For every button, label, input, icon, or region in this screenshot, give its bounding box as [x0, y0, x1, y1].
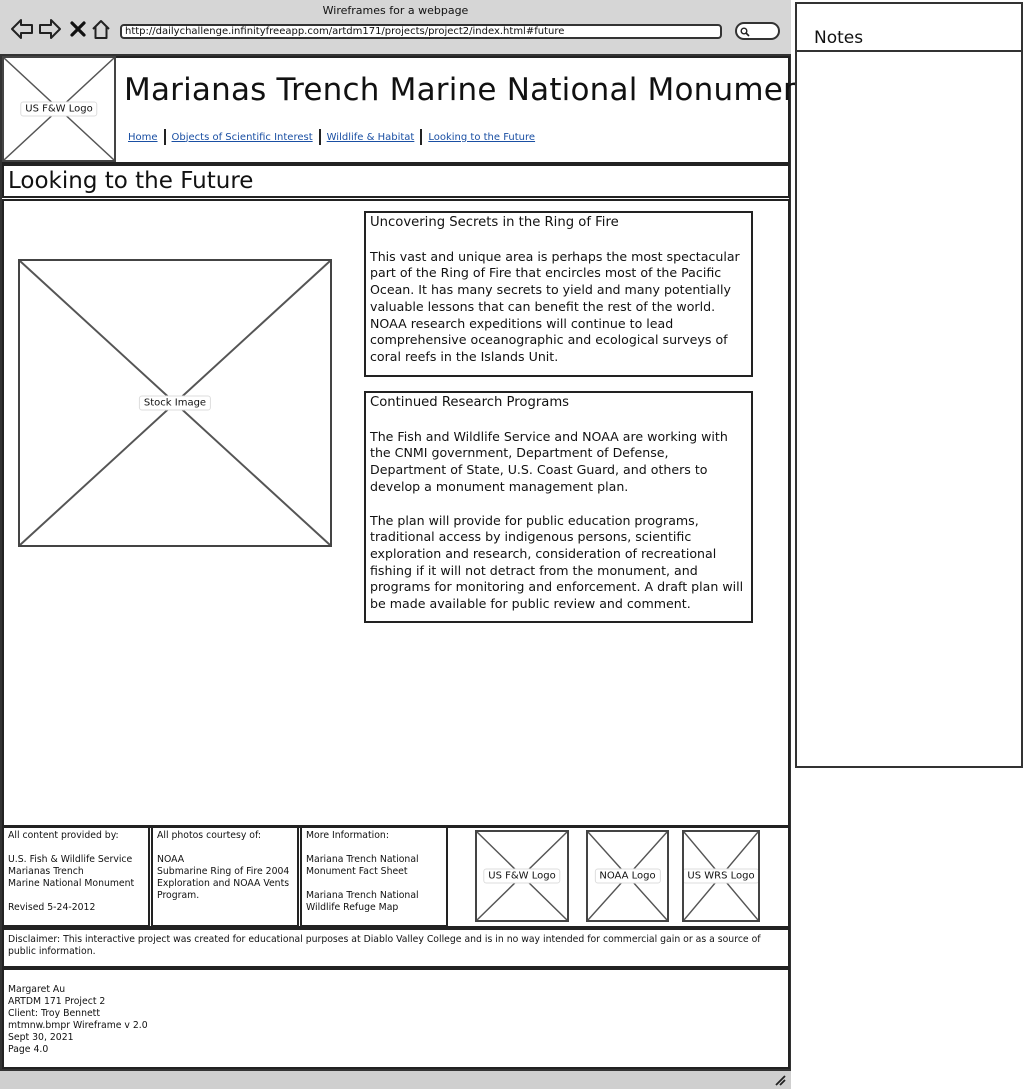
notes-title: Notes — [797, 4, 1021, 52]
author-info: Margaret Au ARTDM 171 Project 2 Client: … — [2, 968, 790, 1069]
site-logo-label: US F&W Logo — [20, 101, 98, 117]
author-line: Margaret Au — [8, 984, 66, 995]
uswrs-logo-label: US WRS Logo — [684, 868, 758, 884]
more-info-heading: More Information: — [306, 830, 389, 841]
card-paragraph: The Fish and Wildlife Service and NOAA a… — [370, 428, 728, 494]
resize-grip-icon[interactable] — [773, 1074, 787, 1086]
photos-line: Submarine Ring of Fire 2004 Exploration … — [157, 866, 290, 901]
revised-date: Revised 5-24-2012 — [8, 902, 96, 913]
card-title: Uncovering Secrets in the Ring of Fire — [370, 215, 619, 230]
author-line: Sept 30, 2021 — [8, 1032, 74, 1043]
main-nav: Home Objects of Scientific Interest Wild… — [128, 128, 535, 146]
window-title: Wireframes for a webpage — [322, 4, 469, 17]
photos-heading: All photos courtesy of: — [157, 830, 262, 841]
card-paragraph: The plan will provide for public educati… — [370, 512, 744, 612]
credits-line: Marianas Trench — [8, 866, 84, 877]
site-logo-placeholder: US F&W Logo — [2, 56, 116, 162]
author-line: Client: Troy Bennett — [8, 1008, 100, 1019]
back-arrow-icon[interactable] — [9, 16, 35, 42]
credits-heading: All content provided by: — [8, 830, 119, 841]
home-icon[interactable] — [88, 16, 114, 42]
refuge-map-link[interactable]: Mariana Trench National Wildlife Refuge … — [306, 890, 442, 914]
stock-image-label: Stock Image — [138, 395, 212, 411]
nav-link-looking-to-the-future[interactable]: Looking to the Future — [428, 132, 535, 143]
photos-line: NOAA — [157, 854, 185, 865]
stock-image-placeholder: Stock Image — [18, 259, 332, 547]
usfw-logo-label: US F&W Logo — [483, 868, 561, 884]
disclaimer: Disclaimer: This interactive project was… — [2, 928, 790, 968]
credits-line: Marine National Monument — [8, 878, 135, 889]
info-card: Uncovering Secrets in the Ring of Fire T… — [364, 211, 753, 377]
nav-separator — [318, 129, 321, 145]
info-card: Continued Research Programs The Fish and… — [364, 391, 753, 623]
footer-photos: All photos courtesy of: NOAA Submarine R… — [151, 826, 299, 927]
nav-link-home[interactable]: Home — [128, 132, 158, 143]
author-line: ARTDM 171 Project 2 — [8, 996, 106, 1007]
site-title: Marianas Trench Marine National Monument — [124, 72, 816, 108]
card-title: Continued Research Programs — [370, 395, 570, 410]
card-paragraph: This vast and unique area is perhaps the… — [370, 248, 740, 364]
credits-line: U.S. Fish & Wildlife Service — [8, 854, 133, 865]
nav-separator — [163, 129, 166, 145]
status-bar — [0, 1069, 791, 1089]
author-line: Page 4.0 — [8, 1044, 49, 1055]
uswrs-logo-placeholder: US WRS Logo — [682, 830, 760, 922]
usfw-logo-placeholder: US F&W Logo — [475, 830, 569, 922]
search-icon — [740, 27, 750, 37]
page-title: Looking to the Future — [2, 164, 790, 198]
nav-link-objects-of-scientific-interest[interactable]: Objects of Scientific Interest — [172, 132, 313, 143]
noaa-logo-placeholder: NOAA Logo — [586, 830, 669, 922]
forward-arrow-icon[interactable] — [37, 16, 63, 42]
noaa-logo-label: NOAA Logo — [594, 868, 661, 884]
search-field[interactable] — [735, 22, 780, 40]
fact-sheet-link[interactable]: Mariana Trench National Monument Fact Sh… — [306, 854, 442, 878]
footer-more-info: More Information: Mariana Trench Nationa… — [300, 826, 448, 927]
footer-credits: All content provided by: U.S. Fish & Wil… — [2, 826, 150, 927]
nav-link-wildlife-habitat[interactable]: Wildlife & Habitat — [327, 132, 415, 143]
address-bar[interactable]: http://dailychallenge.infinityfreeapp.co… — [120, 24, 722, 39]
notes-panel: Notes — [795, 2, 1023, 768]
author-line: mtmnw.bmpr Wireframe v 2.0 — [8, 1020, 148, 1031]
nav-separator — [420, 129, 423, 145]
